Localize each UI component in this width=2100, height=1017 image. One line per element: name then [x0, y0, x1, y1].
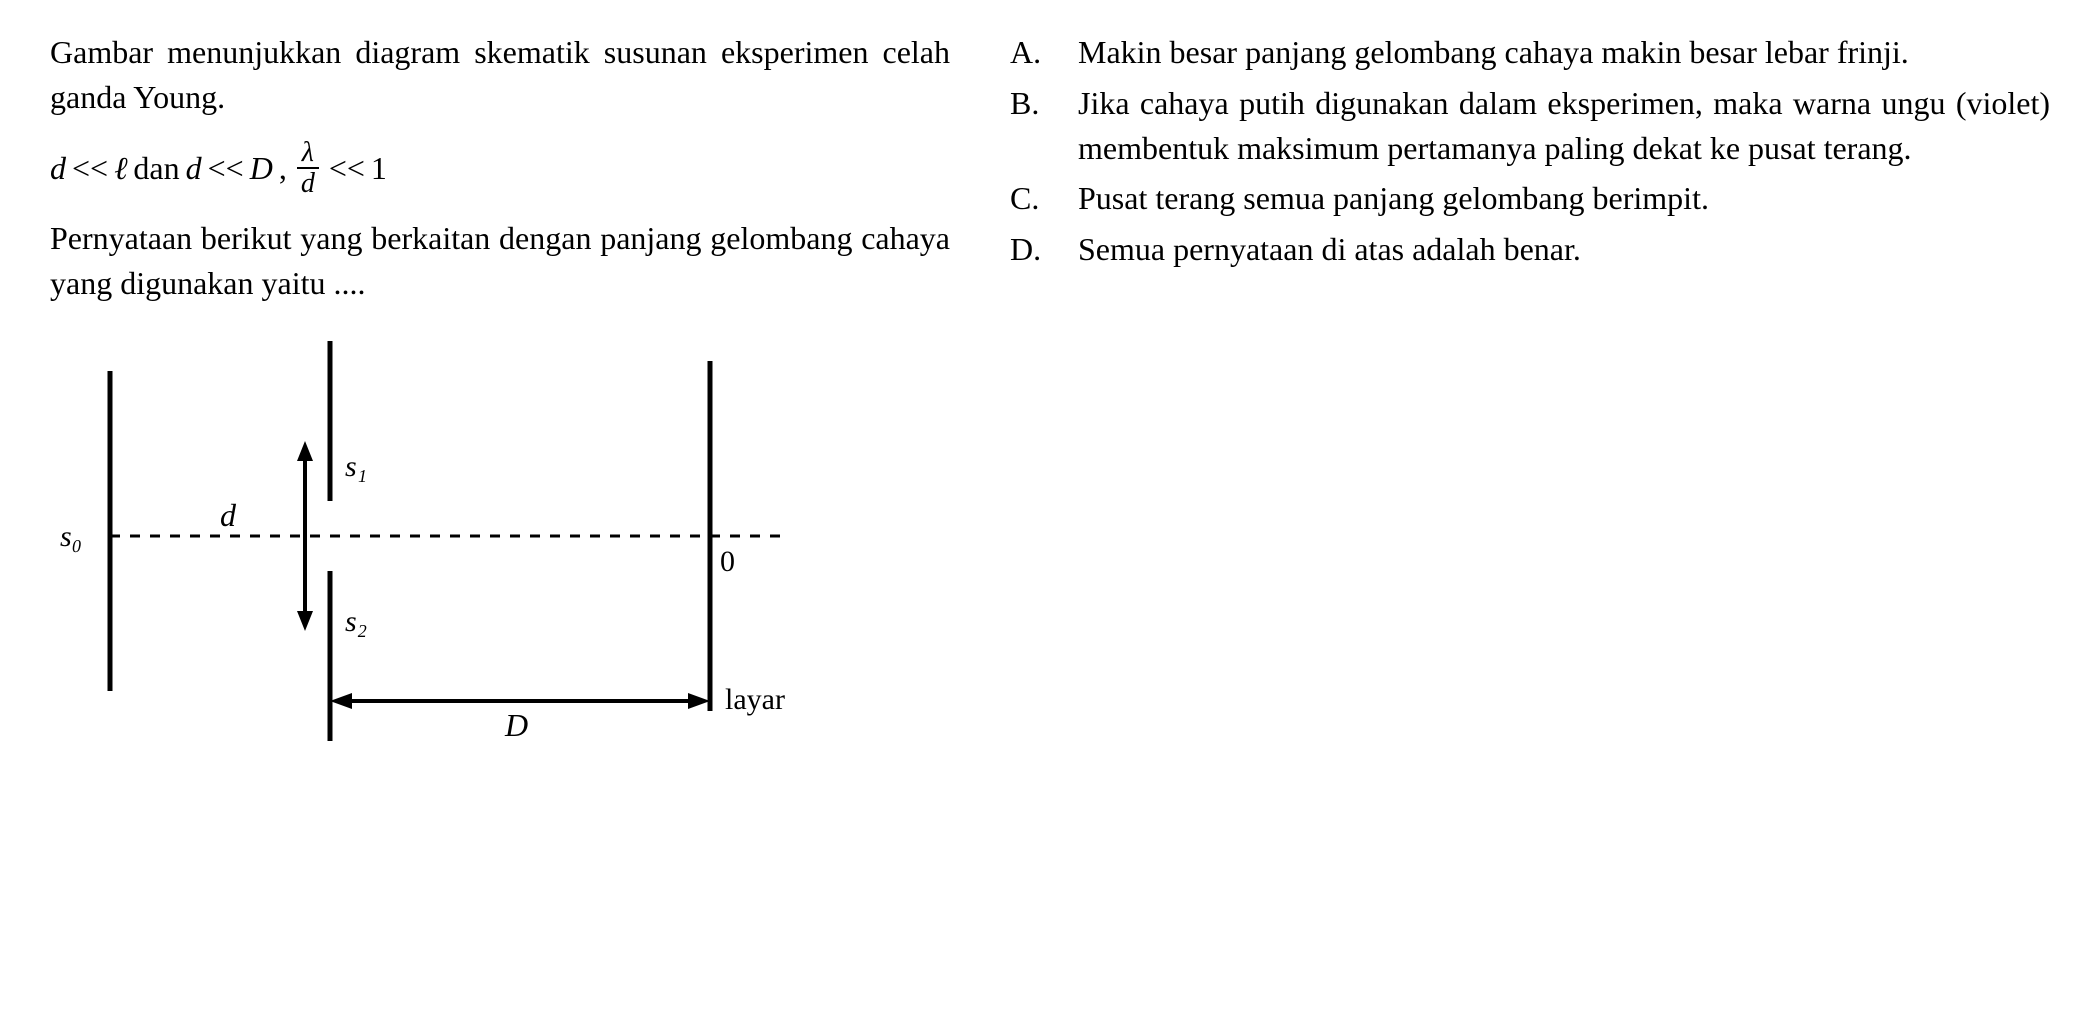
label-d: d	[220, 497, 237, 533]
d-arrow-head-up	[297, 441, 313, 461]
option-letter: B.	[1010, 81, 1060, 126]
options-list: A. Makin besar panjang gelombang cahaya …	[1010, 30, 2050, 272]
var-ell: ℓ	[114, 146, 127, 191]
option-letter: C.	[1010, 176, 1060, 221]
var-D: D	[250, 146, 273, 191]
question-intro: Gambar menunjukkan diagram skematik susu…	[50, 30, 950, 120]
option-b: B. Jika cahaya putih digunakan dalam eks…	[1010, 81, 2050, 171]
frac-numerator: λ	[298, 138, 318, 167]
question-container: Gambar menunjukkan diagram skematik susu…	[50, 30, 2050, 763]
D-arrow-head-left	[330, 693, 352, 709]
option-text: Pusat terang semua panjang gelom­bang be…	[1078, 176, 2050, 221]
label-s2: s₂	[345, 605, 367, 638]
schematic-diagram: s₀ d s₁ s₂	[50, 331, 950, 763]
option-c: C. Pusat terang semua panjang gelom­bang…	[1010, 176, 2050, 221]
option-letter: D.	[1010, 227, 1060, 272]
option-a: A. Makin besar panjang gelombang cahaya …	[1010, 30, 2050, 75]
dan-word: dan	[133, 146, 179, 191]
var-d-2: d	[186, 146, 202, 191]
label-s0: s₀	[60, 520, 82, 553]
var-d: d	[50, 146, 66, 191]
one: 1	[371, 146, 387, 191]
frac-denominator: d	[297, 167, 319, 198]
d-arrow-head-down	[297, 611, 313, 631]
fraction: λ d	[297, 138, 319, 199]
label-zero: 0	[720, 545, 735, 578]
option-text: Jika cahaya putih digunakan dalam eksper…	[1078, 81, 2050, 171]
formula-line: d << ℓ dan d << D , λ d << 1	[50, 138, 950, 199]
option-d: D. Semua pernyataan di atas adalah benar…	[1010, 227, 2050, 272]
question-prompt: Pernyataan berikut yang berkaitan dengan…	[50, 216, 950, 306]
options-column: A. Makin besar panjang gelombang cahaya …	[1010, 30, 2050, 763]
label-s1: s₁	[345, 450, 367, 483]
D-arrow-head-right	[688, 693, 710, 709]
ll-symbol-1: <<	[72, 146, 108, 191]
label-layar: layar	[725, 683, 785, 716]
label-D: D	[504, 707, 528, 743]
option-text: Semua pernyataan di atas adalah benar.	[1078, 227, 2050, 272]
comma: ,	[279, 146, 287, 191]
option-letter: A.	[1010, 30, 1060, 75]
diagram-svg: s₀ d s₁ s₂	[50, 331, 830, 751]
ll-symbol-3: <<	[329, 146, 365, 191]
option-text: Makin besar panjang gelombang cahaya mak…	[1078, 30, 2050, 75]
question-column: Gambar menunjukkan diagram skematik susu…	[50, 30, 950, 763]
ll-symbol-2: <<	[208, 146, 244, 191]
